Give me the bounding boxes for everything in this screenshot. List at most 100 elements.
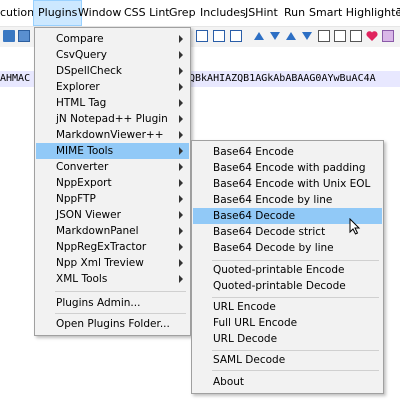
menu-item-label: NppRegExTractor <box>56 241 147 253</box>
menu-item-xml-tools[interactable]: XML Tools <box>36 271 189 287</box>
menu-item-base64-encode-unix-eol[interactable]: Base64 Encode with Unix EOL <box>193 176 382 192</box>
menu-item-label: Base64 Decode by line <box>213 242 334 254</box>
menu-item-label: Quoted-printable Decode <box>213 280 346 292</box>
menu-item-about[interactable]: About <box>193 374 382 390</box>
panel-icon-2[interactable] <box>213 30 225 42</box>
move-down-icon[interactable] <box>270 32 280 40</box>
menu-separator <box>212 297 379 298</box>
mime-tools-submenu: Base64 Encode Base64 Encode with padding… <box>191 140 384 394</box>
submenu-arrow-icon <box>179 227 183 235</box>
menu-item-jn-notepad-plugin[interactable]: jN Notepad++ Plugin <box>36 111 189 127</box>
menu-item-url-decode[interactable]: URL Decode <box>193 331 382 347</box>
menu-item-saml-decode[interactable]: SAML Decode <box>193 352 382 368</box>
menu-separator <box>212 370 379 371</box>
menu-item-markdownpanel[interactable]: MarkdownPanel <box>36 223 189 239</box>
menu-item-label: MarkdownPanel <box>56 225 139 237</box>
move-top-icon[interactable] <box>286 32 296 40</box>
menu-window[interactable]: Window <box>74 0 125 26</box>
submenu-arrow-icon <box>179 67 183 75</box>
heart-icon[interactable] <box>366 30 378 42</box>
open-file-icon[interactable] <box>18 30 30 42</box>
menu-item-json-viewer[interactable]: JSON Viewer <box>36 207 189 223</box>
menu-item-nppftp[interactable]: NppFTP <box>36 191 189 207</box>
submenu-arrow-icon <box>179 163 183 171</box>
menu-item-compare[interactable]: Compare <box>36 31 189 47</box>
menu-item-converter[interactable]: Converter <box>36 159 189 175</box>
menu-item-label: Base64 Encode with Unix EOL <box>213 178 371 190</box>
menu-item-base64-encode-padding[interactable]: Base64 Encode with padding <box>193 160 382 176</box>
menu-grep[interactable]: Grep <box>165 0 200 26</box>
menu-item-label: URL Encode <box>213 301 276 313</box>
menu-item-label: HTML Tag <box>56 97 107 109</box>
submenu-arrow-icon <box>179 275 183 283</box>
menu-item-label: About <box>213 376 245 388</box>
menu-item-label: Explorer <box>56 81 100 93</box>
spell-icon[interactable] <box>318 30 330 42</box>
menu-item-base64-encode-by-line[interactable]: Base64 Encode by line <box>193 192 382 208</box>
mouse-pointer-icon <box>349 217 361 236</box>
menu-item-label: Compare <box>56 33 104 45</box>
submenu-arrow-icon <box>179 99 183 107</box>
menu-item-label: Base64 Decode strict <box>213 226 326 238</box>
menu-item-nppexport[interactable]: NppExport <box>36 175 189 191</box>
menu-item-label: CsvQuery <box>56 49 107 61</box>
submenu-arrow-icon <box>179 83 183 91</box>
menu-item-label: SAML Decode <box>213 354 286 366</box>
menu-item-plugins-admin[interactable]: Plugins Admin... <box>36 295 189 311</box>
menu-item-label: Full URL Encode <box>213 317 298 329</box>
menu-item-url-encode[interactable]: URL Encode <box>193 299 382 315</box>
menu-item-label: Base64 Encode with padding <box>213 162 366 174</box>
menu-item-mime-tools[interactable]: MIME Tools <box>36 143 189 159</box>
list-icon[interactable] <box>350 30 362 42</box>
menu-item-label: Plugins Admin... <box>56 297 141 309</box>
plugin-icon[interactable] <box>382 30 394 42</box>
new-file-icon[interactable] <box>3 30 15 42</box>
notepadpp-window: cution Plugins Window CSS Lint Grep Incl… <box>0 0 400 400</box>
submenu-arrow-icon <box>179 243 183 251</box>
menu-item-base64-decode-by-line[interactable]: Base64 Decode by line <box>193 240 382 256</box>
menu-smart-highlighter[interactable]: Smart Highlighter <box>305 0 400 26</box>
menu-item-label: Base64 Encode <box>213 146 294 158</box>
menu-item-label: Converter <box>56 161 109 173</box>
menu-jshint[interactable]: JSHint <box>241 0 282 26</box>
menu-item-qp-decode[interactable]: Quoted-printable Decode <box>193 278 382 294</box>
submenu-arrow-icon <box>179 147 183 155</box>
menu-item-label: Base64 Decode <box>213 210 296 222</box>
menu-item-npp-xml-treview[interactable]: Npp Xml Treview <box>36 255 189 271</box>
menu-item-label: NppFTP <box>56 193 96 205</box>
menu-item-markdownviewer[interactable]: MarkdownViewer++ <box>36 127 189 143</box>
menu-item-dspellcheck[interactable]: DSpellCheck <box>36 63 189 79</box>
menu-item-open-plugins-folder[interactable]: Open Plugins Folder... <box>36 316 189 332</box>
submenu-arrow-icon <box>179 179 183 187</box>
submenu-arrow-icon <box>179 195 183 203</box>
editor-text-left: AHMAC <box>0 73 31 84</box>
menu-item-label: Open Plugins Folder... <box>56 318 170 330</box>
menu-separator <box>55 291 186 292</box>
menu-item-nppregextractor[interactable]: NppRegExTractor <box>36 239 189 255</box>
menu-item-label: MarkdownViewer++ <box>56 129 164 141</box>
move-up-icon[interactable] <box>254 32 264 40</box>
menu-truncated[interactable]: T <box>393 0 400 26</box>
abc-icon[interactable] <box>334 30 346 42</box>
menu-item-label: NppExport <box>56 177 112 189</box>
submenu-arrow-icon <box>179 131 183 139</box>
panel-icon-3[interactable] <box>230 30 242 42</box>
menu-separator <box>212 350 379 351</box>
submenu-arrow-icon <box>179 35 183 43</box>
menu-item-label: URL Decode <box>213 333 278 345</box>
menu-bar: cution Plugins Window CSS Lint Grep Incl… <box>0 0 400 27</box>
panel-icon-1[interactable] <box>196 30 208 42</box>
menu-item-csvquery[interactable]: CsvQuery <box>36 47 189 63</box>
submenu-arrow-icon <box>179 259 183 267</box>
menu-item-label: JSON Viewer <box>56 209 121 221</box>
editor-text-right: QBkAHIAZQB1AGkAbABAAG0AYwBuAC4A <box>189 73 376 84</box>
menu-item-explorer[interactable]: Explorer <box>36 79 189 95</box>
menu-item-qp-encode[interactable]: Quoted-printable Encode <box>193 262 382 278</box>
menu-item-label: Quoted-printable Encode <box>213 264 345 276</box>
menu-item-base64-encode[interactable]: Base64 Encode <box>193 144 382 160</box>
move-bottom-icon[interactable] <box>302 32 312 40</box>
menu-separator <box>55 313 186 314</box>
menu-item-full-url-encode[interactable]: Full URL Encode <box>193 315 382 331</box>
menu-item-html-tag[interactable]: HTML Tag <box>36 95 189 111</box>
menu-item-label: Npp Xml Treview <box>56 257 144 269</box>
